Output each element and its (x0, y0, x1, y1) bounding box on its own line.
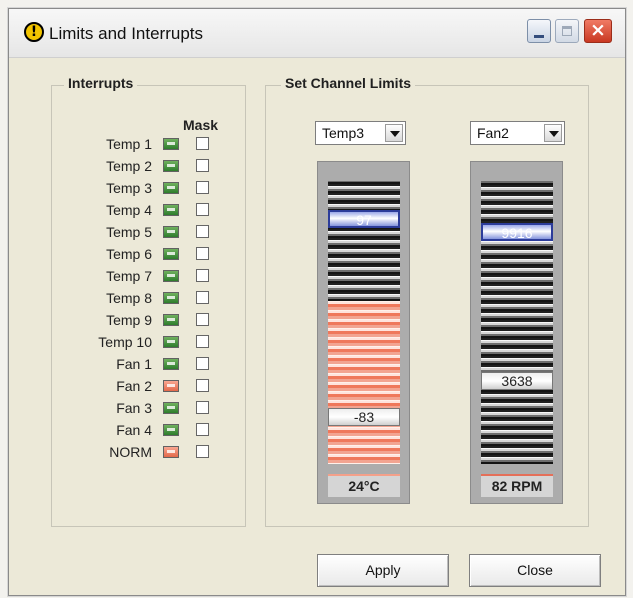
channel-limits-group-label: Set Channel Limits (281, 75, 416, 91)
status-indicator (163, 336, 179, 348)
fan-high-limit-slider[interactable]: 9916 (481, 223, 553, 241)
status-indicator (163, 182, 179, 194)
status-indicator (163, 358, 179, 370)
chevron-down-icon[interactable] (385, 124, 403, 142)
interrupt-label: Temp 5 (106, 224, 152, 240)
mask-checkbox[interactable] (196, 159, 209, 172)
interrupt-label: Temp 10 (98, 334, 152, 350)
mask-checkbox[interactable] (196, 291, 209, 304)
mask-checkbox[interactable] (196, 401, 209, 414)
status-indicator (163, 402, 179, 414)
mask-checkbox[interactable] (196, 203, 209, 216)
status-indicator (163, 248, 179, 260)
fan-reading: 82 RPM (481, 474, 553, 497)
interrupt-label: Fan 3 (116, 400, 152, 416)
fan-low-limit-slider[interactable]: 3638 (481, 372, 553, 390)
interrupt-row-temp-5: Temp 5 (52, 222, 242, 243)
temperature-low-limit-slider[interactable]: -83 (328, 408, 400, 426)
interrupt-label: Fan 1 (116, 356, 152, 372)
status-indicator (163, 424, 179, 436)
mask-checkbox[interactable] (196, 445, 209, 458)
mask-checkbox[interactable] (196, 225, 209, 238)
temperature-channel-value: Temp3 (322, 125, 365, 141)
mask-checkbox[interactable] (196, 379, 209, 392)
interrupt-row-fan-1: Fan 1 (52, 354, 242, 375)
interrupt-row-temp-3: Temp 3 (52, 178, 242, 199)
interrupt-row-temp-2: Temp 2 (52, 156, 242, 177)
chevron-down-icon[interactable] (544, 124, 562, 142)
mask-checkbox[interactable] (196, 269, 209, 282)
interrupt-label: Temp 9 (106, 312, 152, 328)
fan-gauge-track: 9916 3638 (481, 181, 553, 464)
temperature-limit-gauge: 97 -83 24°C (317, 161, 410, 504)
status-indicator (163, 446, 179, 458)
interrupts-group: Interrupts Mask Temp 1 Temp 2 Temp 3 Tem… (51, 75, 246, 527)
status-indicator (163, 138, 179, 150)
interrupt-row-temp-6: Temp 6 (52, 244, 242, 265)
temperature-gauge-safe-zone (328, 181, 400, 301)
mask-checkbox[interactable] (196, 247, 209, 260)
mask-checkbox[interactable] (196, 423, 209, 436)
interrupt-row-fan-2: Fan 2 (52, 376, 242, 397)
interrupt-label: Temp 2 (106, 158, 152, 174)
status-indicator (163, 292, 179, 304)
temperature-gauge-alert-zone (328, 301, 400, 464)
mask-checkbox[interactable] (196, 137, 209, 150)
status-indicator (163, 226, 179, 238)
interrupt-row-temp-1: Temp 1 (52, 134, 242, 155)
temperature-gauge-track: 97 -83 (328, 181, 400, 464)
mask-checkbox[interactable] (196, 181, 209, 194)
fan-channel-value: Fan2 (477, 125, 509, 141)
interrupt-label: Fan 2 (116, 378, 152, 394)
temperature-reading: 24°C (328, 474, 400, 497)
close-window-button[interactable]: × (584, 19, 612, 43)
interrupt-row-temp-8: Temp 8 (52, 288, 242, 309)
title-bar[interactable]: ! Limits and Interrupts × (9, 9, 625, 58)
interrupt-row-temp-4: Temp 4 (52, 200, 242, 221)
mask-label: Mask (183, 117, 219, 133)
maximize-button[interactable] (555, 19, 579, 43)
interrupt-label: NORM (109, 444, 152, 460)
status-indicator (163, 314, 179, 326)
apply-button[interactable]: Apply (317, 554, 449, 587)
window-title: Limits and Interrupts (49, 24, 204, 43)
interrupts-group-label: Interrupts (64, 75, 138, 91)
temperature-high-limit-slider[interactable]: 97 (328, 210, 400, 228)
status-indicator (163, 160, 179, 172)
interrupt-row-temp-7: Temp 7 (52, 266, 242, 287)
mask-checkbox[interactable] (196, 313, 209, 326)
mask-checkbox[interactable] (196, 335, 209, 348)
interrupt-label: Temp 8 (106, 290, 152, 306)
interrupt-label: Temp 6 (106, 246, 152, 262)
interrupt-row-fan-4: Fan 4 (52, 420, 242, 441)
status-indicator (163, 380, 179, 392)
status-indicator (163, 204, 179, 216)
exclamation-icon: ! (24, 22, 44, 42)
status-indicator (163, 270, 179, 282)
interrupt-label: Temp 1 (106, 136, 152, 152)
minimize-button[interactable] (527, 19, 551, 43)
close-button[interactable]: Close (469, 554, 601, 587)
interrupt-row-temp-9: Temp 9 (52, 310, 242, 331)
limits-and-interrupts-window: ! Limits and Interrupts × Interrupts Mas… (8, 8, 626, 596)
fan-limit-gauge: 9916 3638 82 RPM (470, 161, 563, 504)
mask-checkbox[interactable] (196, 357, 209, 370)
temperature-channel-dropdown[interactable]: Temp3 (315, 121, 406, 145)
interrupt-row-fan-3: Fan 3 (52, 398, 242, 419)
interrupt-label: Temp 7 (106, 268, 152, 284)
fan-channel-dropdown[interactable]: Fan2 (470, 121, 565, 145)
interrupt-row-temp-10: Temp 10 (52, 332, 242, 353)
interrupt-label: Temp 4 (106, 202, 152, 218)
interrupt-label: Temp 3 (106, 180, 152, 196)
interrupt-label: Fan 4 (116, 422, 152, 438)
interrupt-row-norm: NORM (52, 442, 242, 463)
